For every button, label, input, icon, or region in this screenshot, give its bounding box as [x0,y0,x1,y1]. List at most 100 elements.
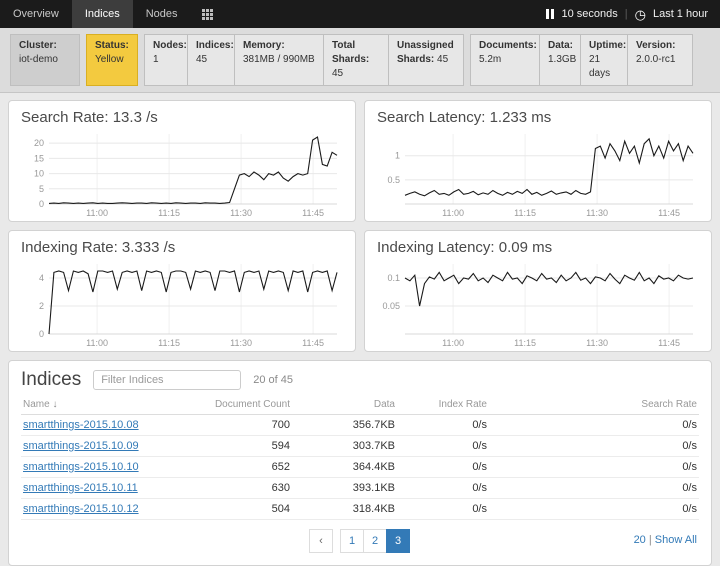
data-size-cell: 318.4KB [290,503,395,515]
stat-label: Uptime: [589,40,626,51]
stat-label: Version: [636,40,675,51]
search-latency-panel: Search Latency: 1.233 ms 11:0011:1511:30… [364,100,712,222]
pagination-page-button[interactable]: 2 [363,529,387,553]
nav-tab[interactable]: Overview [0,0,72,28]
apps-menu-button[interactable] [191,0,224,28]
search-rate-cell: 0/s [487,419,697,431]
search-rate-chart: 11:0011:1511:3011:4520151050 [19,129,345,219]
nav-tab[interactable]: Indices [72,0,133,28]
svg-text:11:15: 11:15 [514,338,536,348]
index-name-cell: smartthings-2015.10.10 [23,461,140,473]
svg-text:5: 5 [39,184,44,194]
stat-value: 2.0.0-rc1 [636,54,675,65]
cluster-stat: Documents: 5.2m [470,34,540,86]
pause-icon[interactable] [546,9,554,19]
indices-header: Indices 20 of 45 [21,369,699,391]
svg-text:11:45: 11:45 [302,338,324,348]
cluster-stat: Version: 2.0.0-rc1 [627,34,693,86]
index-name-cell: smartthings-2015.10.08 [23,419,140,431]
indices-table-body: smartthings-2015.10.08 700 356.7KB 0/s 0… [21,415,699,520]
stat-value: 45 [437,54,448,65]
search-rate-cell: 0/s [487,461,697,473]
svg-text:0.05: 0.05 [382,301,400,311]
col-header-data[interactable]: Data [290,399,395,410]
clock-icon: ◷ [635,8,646,21]
svg-text:11:30: 11:30 [230,208,252,218]
stat-value: 5.2m [479,54,501,65]
nav-tab-label: Nodes [146,8,178,20]
index-link[interactable]: smartthings-2015.10.09 [23,440,139,452]
pagination-page-button[interactable]: 1 [340,529,364,553]
index-link[interactable]: smartthings-2015.10.11 [23,482,138,494]
index-name-cell: smartthings-2015.10.11 [23,482,140,494]
index-rate-cell: 0/s [395,440,487,452]
table-row: smartthings-2015.10.08 700 356.7KB 0/s 0… [21,415,699,436]
stat-label: Nodes: [153,40,187,51]
cluster-stat: Indices: 45 [187,34,235,86]
page-size-link[interactable]: 20 [634,534,646,546]
data-size-cell: 356.7KB [290,419,395,431]
pagination-page-button[interactable]: 3 [386,529,410,553]
cluster-stat: Unassigned Shards: 45 [388,34,464,86]
nav-tab-label: Overview [13,8,59,20]
col-header-name[interactable]: Name ↓ [23,399,140,410]
svg-text:11:15: 11:15 [514,208,536,218]
time-range[interactable]: Last 1 hour [653,8,708,20]
footer-divider: | [649,534,652,546]
cluster-status-bar: Cluster: iot-demo Status: Yellow Nodes: … [0,28,720,93]
show-all-link[interactable]: Show All [655,534,697,546]
index-link[interactable]: smartthings-2015.10.12 [23,503,139,515]
stat-label: Total Shards: [332,40,369,65]
index-link[interactable]: smartthings-2015.10.08 [23,419,139,431]
nav-tab[interactable]: Nodes [133,0,191,28]
svg-text:11:00: 11:00 [442,338,464,348]
index-link[interactable]: smartthings-2015.10.10 [23,461,139,473]
stat-label: Data: [548,40,573,51]
pagination-pages: 1 2 3 [341,529,410,553]
cluster-stat: Uptime: 21 days [580,34,628,86]
indexing-rate-title: Indexing Rate: 3.333 /s [21,239,345,256]
data-size-cell: 364.4KB [290,461,395,473]
search-rate-cell: 0/s [487,440,697,452]
status-badge: Status: Yellow [86,34,138,86]
search-rate-cell: 0/s [487,482,697,494]
svg-text:11:45: 11:45 [658,338,680,348]
svg-text:1: 1 [395,151,400,161]
svg-text:11:00: 11:00 [86,208,108,218]
index-rate-cell: 0/s [395,419,487,431]
indices-count: 20 of 45 [253,374,293,386]
pagination-prev-button[interactable]: ‹ [309,529,333,553]
svg-text:4: 4 [39,273,44,283]
search-latency-chart: 11:0011:1511:3011:4510.5 [375,129,701,219]
stat-value: 1.3GB [548,54,576,65]
col-header-name-label: Name [23,399,50,410]
nav-tabs: Overview Indices Nodes [0,0,191,28]
indexing-rate-chart: 11:0011:1511:3011:45420 [19,259,345,349]
refresh-interval[interactable]: 10 seconds [561,8,617,20]
col-header-search-rate[interactable]: Search Rate [487,399,697,410]
top-nav: Overview Indices Nodes 10 seconds | ◷ La… [0,0,720,28]
data-size-cell: 393.1KB [290,482,395,494]
col-header-index-rate[interactable]: Index Rate [395,399,487,410]
stat-value: 21 days [589,54,610,79]
data-size-cell: 303.7KB [290,440,395,452]
table-row: smartthings-2015.10.10 652 364.4KB 0/s 0… [21,457,699,478]
table-header-row: Name ↓ Document Count Data Index Rate Se… [21,391,699,415]
col-header-document-count[interactable]: Document Count [140,399,290,410]
indices-panel: Indices 20 of 45 Name ↓ Document Count D… [8,360,712,566]
document-count-cell: 630 [140,482,290,494]
document-count-cell: 594 [140,440,290,452]
index-name-cell: smartthings-2015.10.09 [23,440,140,452]
stat-label: Documents: [479,40,537,51]
stat-label: Indices: [196,40,234,51]
indexing-rate-panel: Indexing Rate: 3.333 /s 11:0011:1511:301… [8,230,356,352]
filter-indices-input[interactable] [93,370,241,390]
cluster-stats-group-1: Nodes: 1 Indices: 45 Memory: 381MB / 990… [144,34,464,86]
document-count-cell: 504 [140,503,290,515]
svg-text:15: 15 [34,153,44,163]
status-value: Yellow [95,54,124,65]
document-count-cell: 652 [140,461,290,473]
search-rate-cell: 0/s [487,503,697,515]
status-label: Status: [95,40,129,51]
cluster-stats-group-2: Documents: 5.2m Data: 1.3GB Uptime: 21 d… [470,34,693,86]
